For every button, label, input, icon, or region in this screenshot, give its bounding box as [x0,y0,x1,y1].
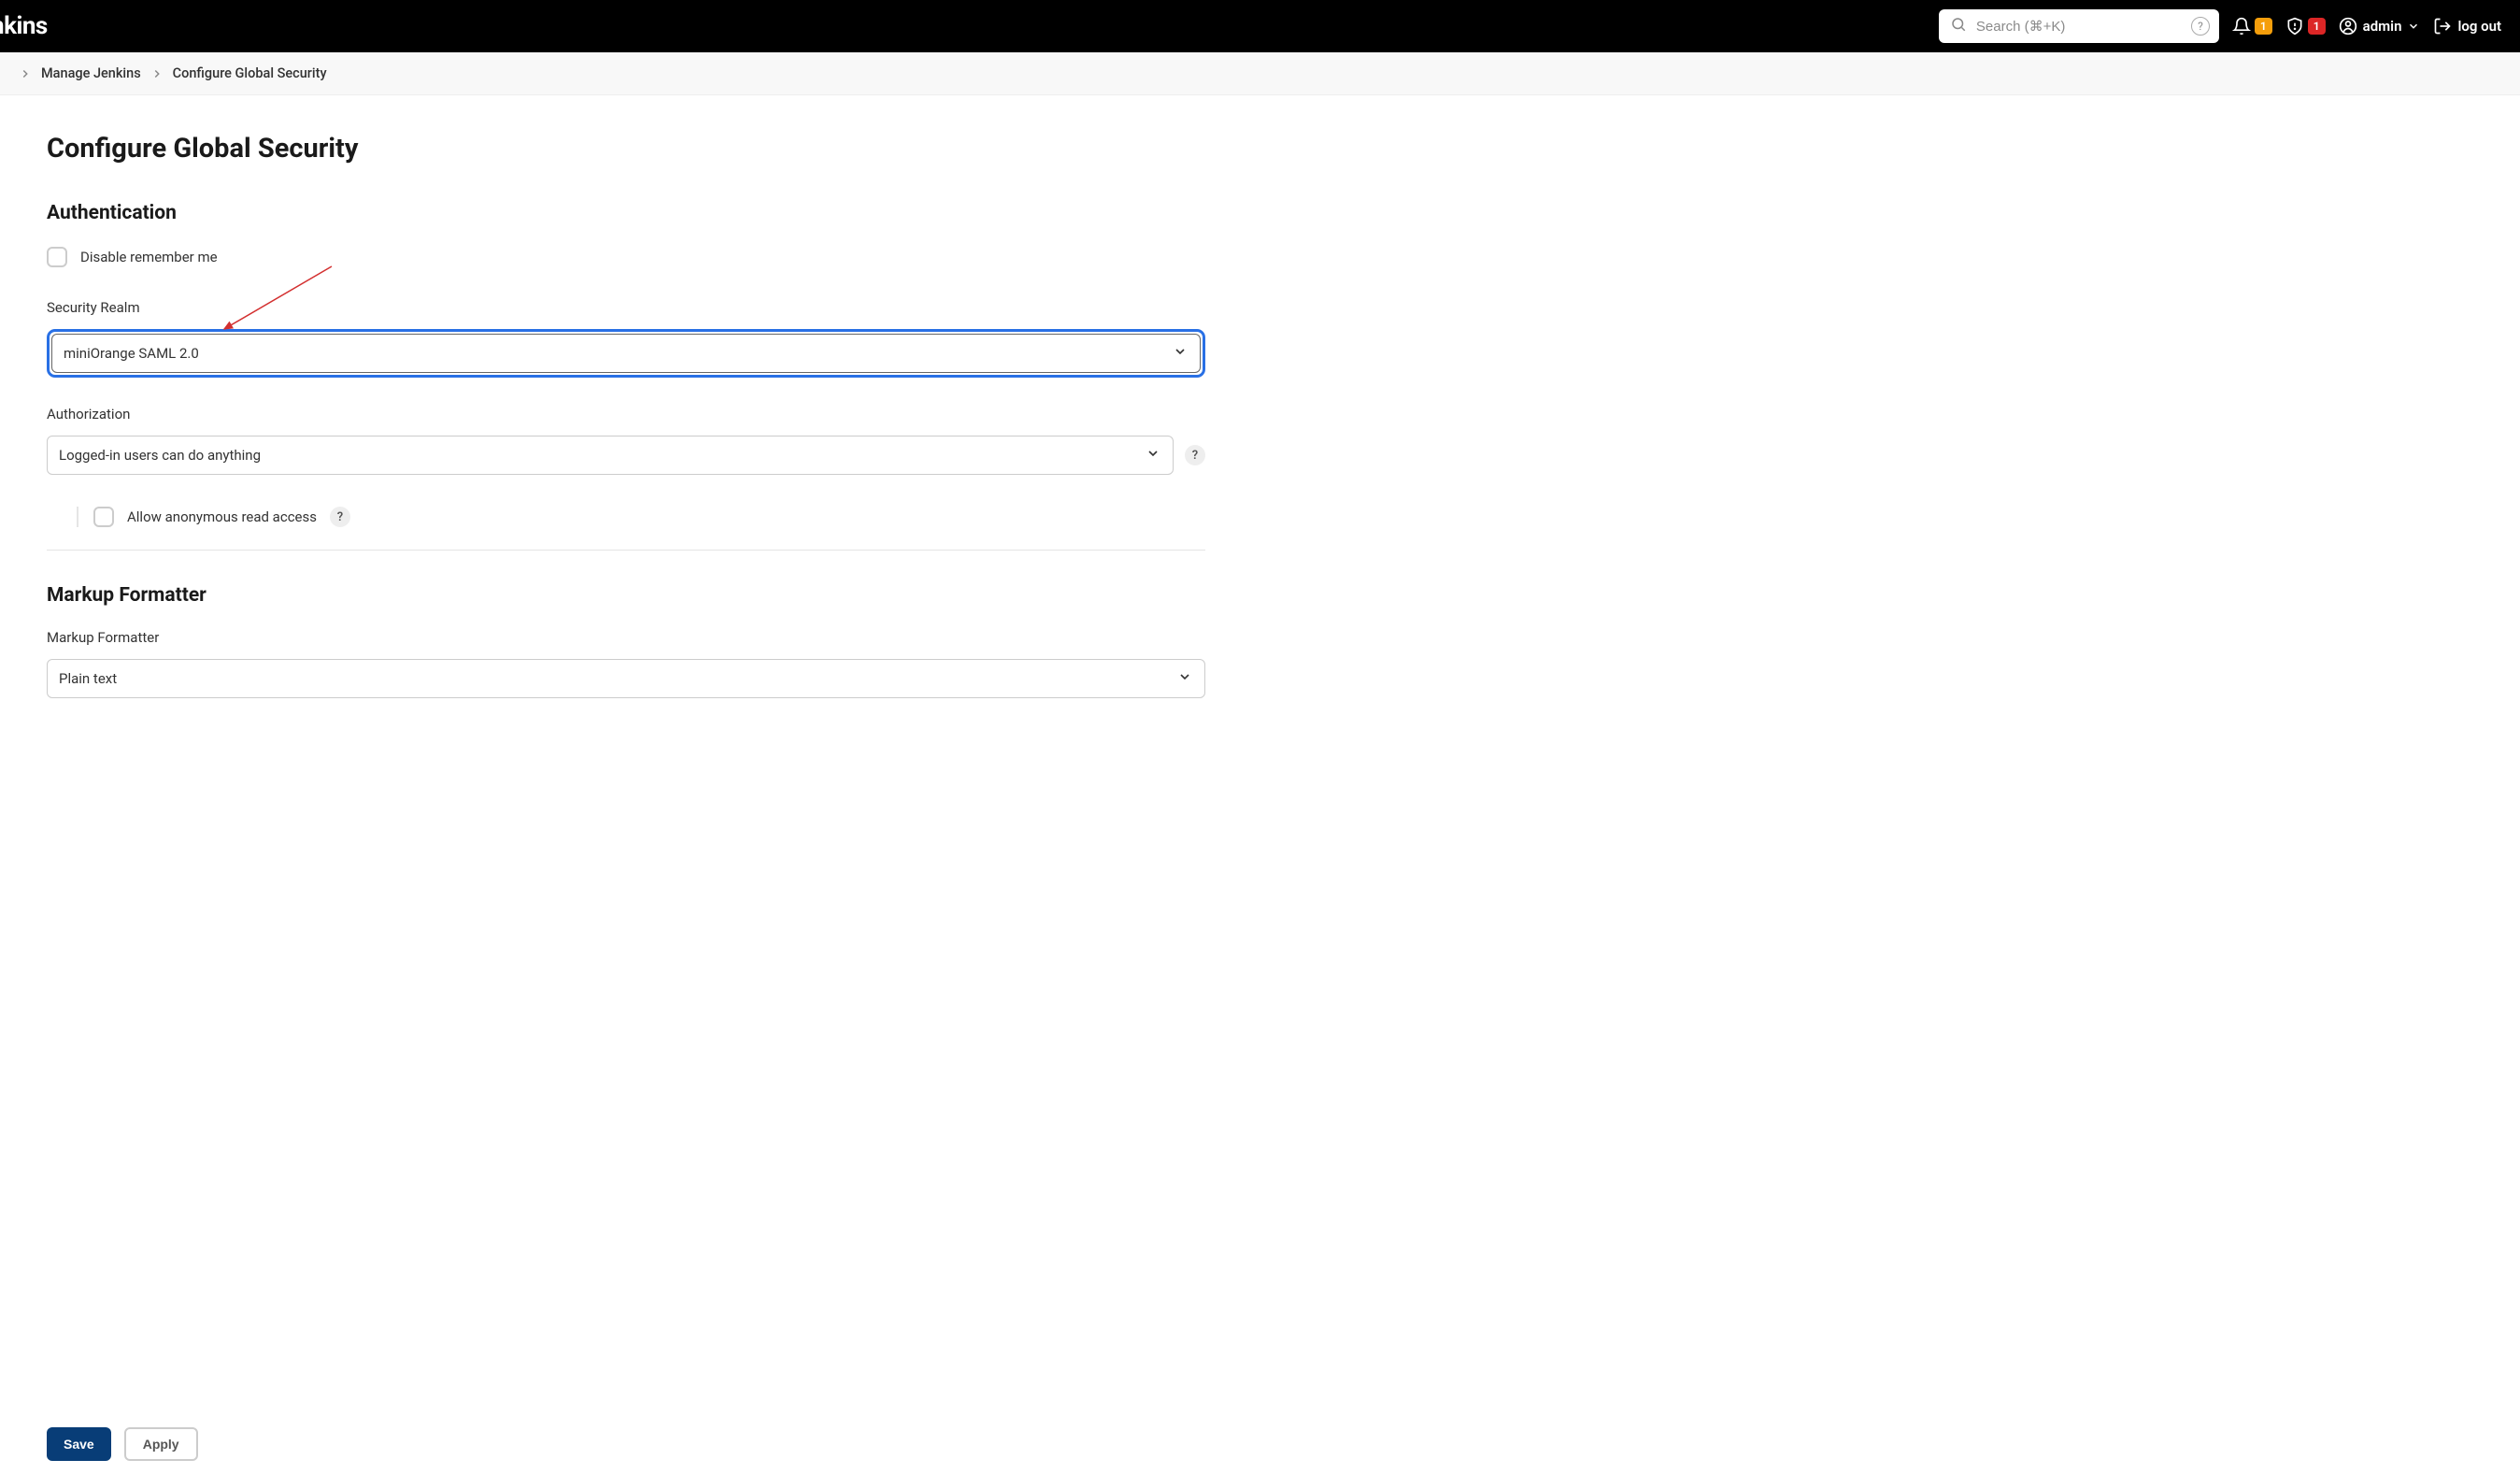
markup-formatter-section-title: Markup Formatter [47,584,1205,607]
allow-anonymous-row: Allow anonymous read access ? [77,507,1205,527]
chevron-down-icon [2407,20,2420,33]
apply-button[interactable]: Apply [124,1427,198,1461]
authorization-help-button[interactable]: ? [1185,445,1205,465]
search-help-icon[interactable]: ? [2191,17,2210,36]
search-wrapper: ? [1939,9,2219,43]
page-title: Configure Global Security [47,133,1205,165]
security-realm-select[interactable]: miniOrange SAML 2.0 [51,334,1201,373]
user-icon [2339,17,2357,36]
breadcrumb-configure-security[interactable]: Configure Global Security [173,65,327,81]
security-alert-badge: 1 [2308,18,2326,35]
header-right: ? 1 1 admin log out [1939,9,2501,43]
allow-anonymous-help-button[interactable]: ? [330,507,350,527]
allow-anonymous-label: Allow anonymous read access [127,508,317,525]
shield-alert-icon [2285,17,2304,36]
breadcrumb-manage-jenkins[interactable]: Manage Jenkins [41,65,141,81]
chevron-right-icon [150,67,164,80]
jenkins-logo[interactable]: nkins [0,12,48,40]
search-icon [1950,16,1967,36]
logout-icon [2433,17,2452,36]
authorization-label: Authorization [47,406,1205,422]
markup-formatter-select-wrapper: Plain text [47,659,1205,698]
search-input[interactable] [1939,9,2219,43]
breadcrumb: Manage Jenkins Configure Global Security [0,52,2520,95]
disable-remember-me-checkbox[interactable] [47,247,67,267]
username-label: admin [2363,18,2402,35]
logout-label: log out [2457,18,2501,35]
logout-link[interactable]: log out [2433,17,2501,36]
markup-formatter-value: Plain text [59,670,117,687]
notification-badge: 1 [2255,18,2272,35]
save-button[interactable]: Save [47,1427,111,1461]
disable-remember-me-row: Disable remember me [47,247,1205,267]
authorization-select-wrapper: Logged-in users can do anything ? [47,436,1205,475]
bell-icon [2232,17,2251,36]
main-content: Configure Global Security Authentication… [0,95,1252,823]
allow-anonymous-checkbox[interactable] [93,507,114,527]
markup-formatter-select[interactable]: Plain text [47,659,1205,698]
security-realm-label: Security Realm [47,299,1205,316]
top-header: nkins ? 1 1 admin log out [0,0,2520,52]
chevron-right-icon [19,67,32,80]
authorization-value: Logged-in users can do anything [59,447,261,464]
user-menu[interactable]: admin [2339,17,2421,36]
notifications-group[interactable]: 1 [2232,17,2272,36]
section-divider [47,550,1205,551]
authorization-select[interactable]: Logged-in users can do anything [47,436,1174,475]
security-realm-value: miniOrange SAML 2.0 [64,345,199,362]
security-alert-group[interactable]: 1 [2285,17,2326,36]
authentication-section-title: Authentication [47,202,1205,224]
security-realm-select-focused: miniOrange SAML 2.0 [47,329,1205,378]
markup-formatter-label: Markup Formatter [47,629,1205,646]
disable-remember-me-label: Disable remember me [80,249,218,265]
button-bar: Save Apply [0,1414,2520,1474]
